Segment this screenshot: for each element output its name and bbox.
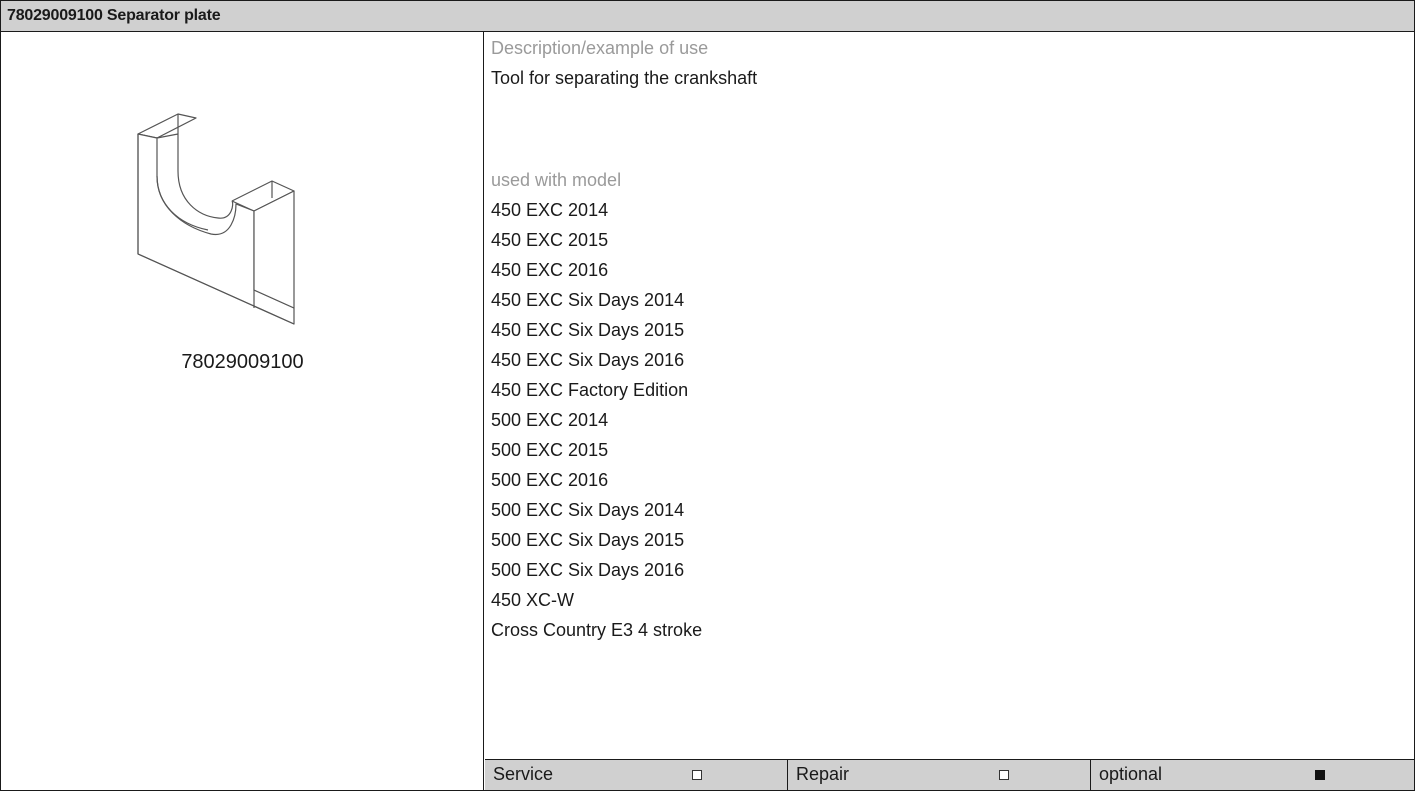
- separator-plate-icon: [137, 113, 295, 325]
- model-item: 500 EXC Six Days 2014: [491, 500, 685, 520]
- service-checkbox-icon: [692, 770, 702, 780]
- model-item: 500 EXC 2014: [491, 410, 609, 430]
- part-number-label: 78029009100: [181, 351, 304, 373]
- tool-image-panel: 78029009100: [1, 32, 484, 790]
- model-item: 500 EXC 2016: [491, 470, 609, 490]
- model-item: 450 EXC Six Days 2016: [491, 350, 685, 370]
- usage-optional: optional: [1091, 760, 1414, 790]
- model-item: 450 EXC 2014: [491, 200, 609, 220]
- model-item: 450 XC-W: [491, 590, 575, 610]
- description-text: Tool for separating the crankshaft: [491, 68, 758, 88]
- tool-sheet: 78029009100 Separator plate 78029009100 …: [0, 0, 1415, 791]
- usage-service-label: Service: [493, 764, 554, 784]
- model-item: 450 EXC Six Days 2014: [491, 290, 685, 310]
- usage-repair: Repair: [788, 760, 1091, 790]
- usage-optional-label: optional: [1099, 764, 1163, 784]
- repair-checkbox-icon: [999, 770, 1009, 780]
- usage-service: Service: [485, 760, 788, 790]
- page-title: 78029009100 Separator plate: [1, 1, 1414, 32]
- model-item: 450 EXC 2016: [491, 260, 609, 280]
- model-item: 450 EXC Six Days 2015: [491, 320, 685, 340]
- usage-repair-label: Repair: [796, 764, 850, 784]
- model-item: 450 EXC Factory Edition: [491, 380, 689, 400]
- model-item: 500 EXC Six Days 2016: [491, 560, 685, 580]
- details-panel: Description/example of use Tool for sepa…: [485, 32, 1414, 790]
- model-item: Cross Country E3 4 stroke: [491, 620, 703, 640]
- model-item: 450 EXC 2015: [491, 230, 609, 250]
- optional-checkbox-icon: [1315, 770, 1325, 780]
- models-label: used with model: [491, 170, 622, 190]
- description-label: Description/example of use: [491, 38, 709, 58]
- usage-footer: Service Repair optional: [485, 759, 1414, 790]
- model-item: 500 EXC 2015: [491, 440, 609, 460]
- model-item: 500 EXC Six Days 2015: [491, 530, 685, 550]
